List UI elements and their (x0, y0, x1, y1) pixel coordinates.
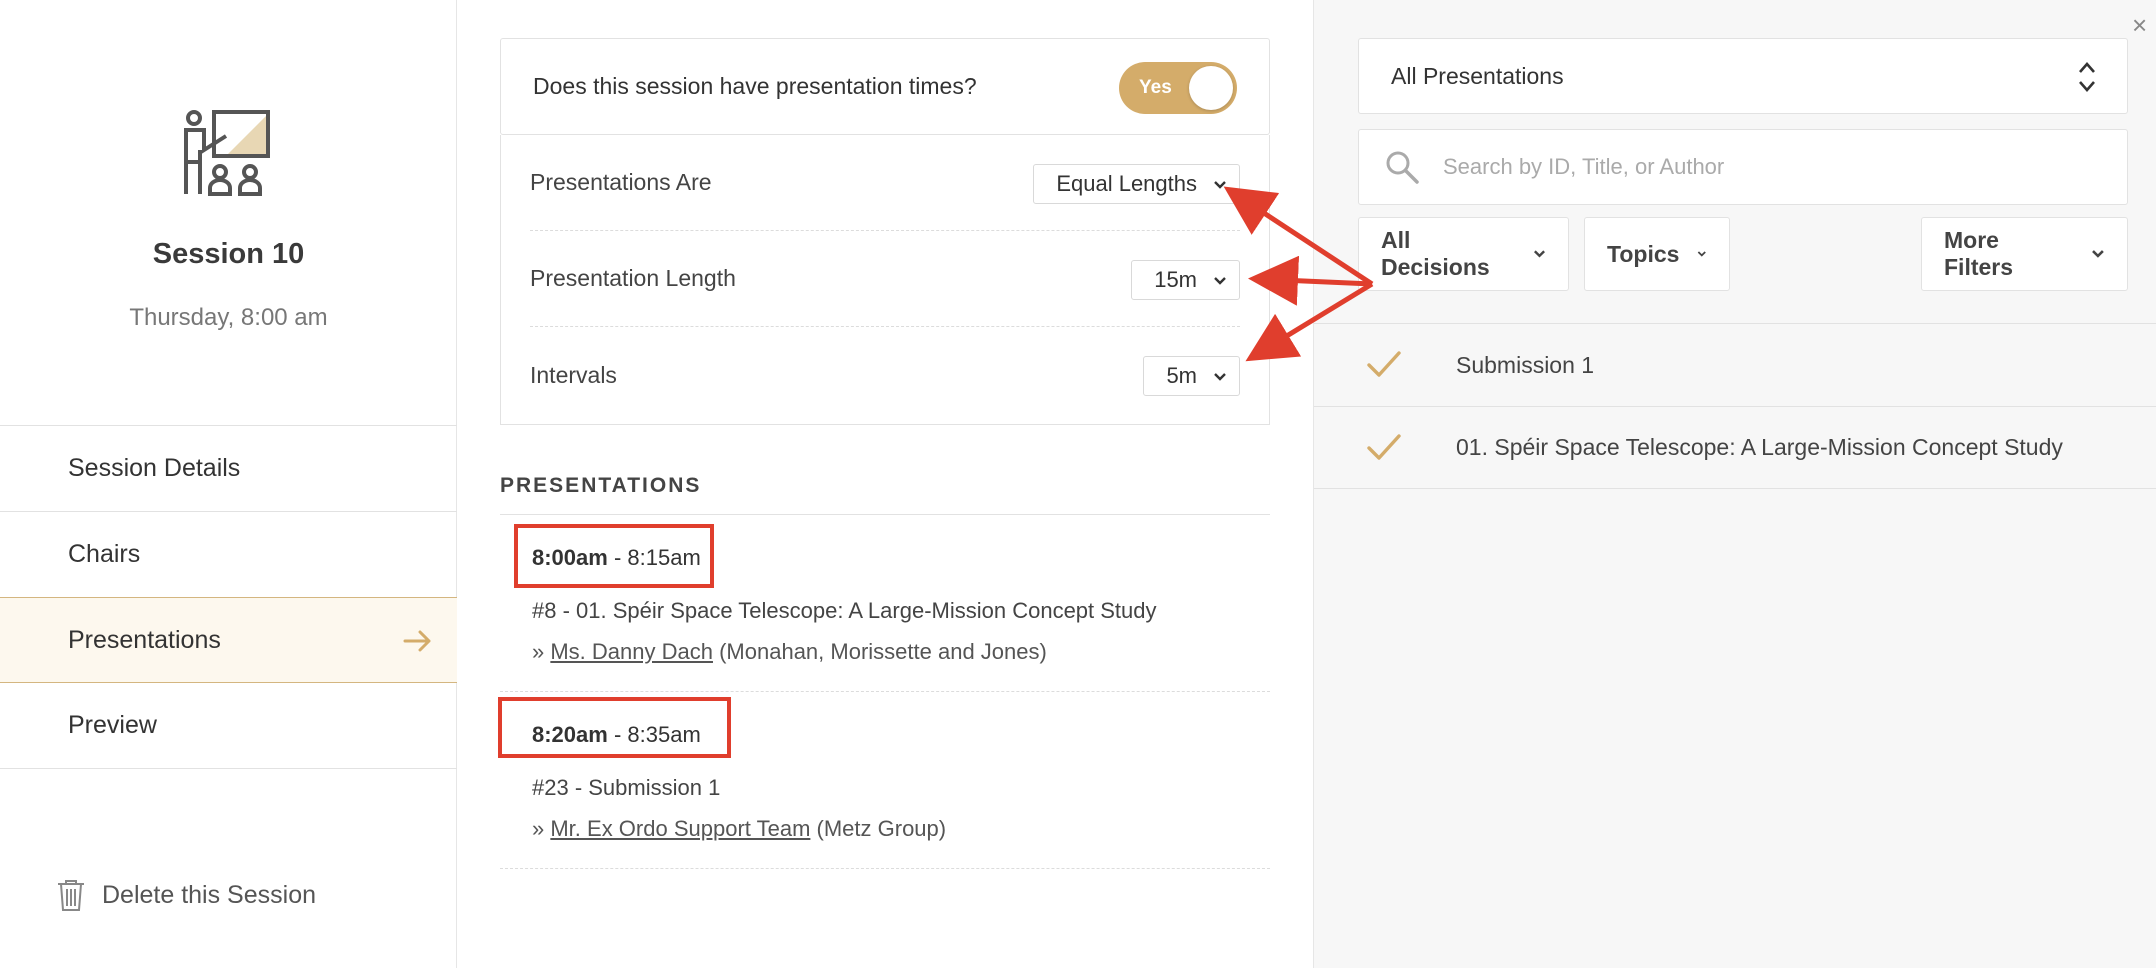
toggle-knob (1189, 66, 1233, 110)
nav-label: Presentations (68, 625, 221, 654)
author-link[interactable]: Ms. Danny Dach (550, 639, 713, 664)
author-org: (Metz Group) (810, 816, 947, 841)
presentation-settings: Presentations Are Equal Lengths Presenta… (500, 135, 1270, 425)
all-decisions-filter[interactable]: All Decisions (1358, 217, 1569, 291)
sort-updown-icon (2079, 62, 2095, 92)
session-title: Session 10 (152, 238, 305, 270)
select-value: All Presentations (1391, 62, 1564, 89)
chevron-down-icon (2092, 250, 2104, 258)
nav-label: Chairs (68, 540, 141, 568)
presentation-times-question: Does this session have presentation time… (500, 38, 1270, 135)
presentation-picker-panel: × All Presentations All Decisions Topics… (1313, 0, 2156, 968)
presentation-author: » Mr. Ex Ordo Support Team (Metz Group) (532, 816, 946, 842)
presenter-icon (184, 110, 270, 196)
presentations-list: 8:00am - 8:15am #8 - 01. Spéir Space Tel… (498, 514, 1270, 869)
setting-intervals: Intervals 5m (530, 327, 1240, 423)
presentation-item: 8:20am - 8:35am #23 - Submission 1 » Mr.… (498, 692, 1270, 869)
presentation-start: 8:00am (532, 545, 608, 570)
chevron-down-icon (1214, 181, 1226, 189)
select-value: 5m (1166, 363, 1197, 388)
presentation-end: - 8:15am (607, 545, 701, 570)
question-label: Does this session have presentation time… (533, 73, 977, 99)
chevron-down-icon (1214, 373, 1226, 381)
trash-icon (58, 880, 84, 911)
result-item[interactable]: Submission 1 (1314, 323, 2156, 406)
presentation-search (1358, 129, 2128, 205)
author-link[interactable]: Mr. Ex Ordo Support Team (550, 816, 810, 841)
presentation-times-toggle[interactable]: Yes (1119, 62, 1237, 114)
session-nav: Session Details Chairs Presentations Pre… (0, 425, 457, 769)
presentation-author: » Ms. Danny Dach (Monahan, Morissette an… (532, 639, 1047, 665)
setting-label: Presentation Length (530, 265, 736, 291)
delete-session-label: Delete this Session (102, 880, 317, 909)
presentation-start: 8:20am (532, 722, 608, 747)
delete-session-button[interactable]: Delete this Session (56, 878, 316, 912)
arrow-right-icon (403, 630, 431, 652)
setting-presentation-length: Presentation Length 15m (530, 231, 1240, 327)
author-prefix: » (532, 816, 551, 841)
topics-filter[interactable]: Topics (1584, 217, 1730, 291)
presentation-time: 8:00am - 8:15am (532, 545, 701, 571)
more-filters-button[interactable]: More Filters (1921, 217, 2128, 291)
presentation-end: - 8:35am (607, 722, 701, 747)
presentations-scope-select[interactable]: All Presentations (1358, 38, 2128, 114)
select-value: Equal Lengths (1056, 171, 1197, 196)
presentations-config-panel: Does this session have presentation time… (458, 0, 1313, 968)
search-input[interactable] (1443, 130, 2103, 204)
intervals-select[interactable]: 5m (1143, 356, 1240, 396)
presentation-item: 8:00am - 8:15am #8 - 01. Spéir Space Tel… (500, 515, 1270, 692)
chevron-down-icon (1214, 277, 1226, 285)
author-org: (Monahan, Morissette and Jones) (712, 639, 1047, 664)
session-sidebar: Session 10 Thursday, 8:00 am Session Det… (0, 0, 457, 968)
setting-label: Intervals (530, 361, 617, 388)
nav-chairs[interactable]: Chairs (0, 511, 457, 597)
close-icon[interactable]: × (2132, 10, 2156, 41)
chevron-down-icon (1698, 251, 1707, 257)
presentation-title: #23 - Submission 1 (532, 775, 721, 800)
filter-label: Topics (1607, 240, 1680, 267)
result-item[interactable]: 01. Spéir Space Telescope: A Large-Missi… (1314, 406, 2156, 489)
chevron-down-icon (1534, 250, 1545, 258)
presentations-are-select[interactable]: Equal Lengths (1033, 164, 1240, 204)
nav-preview[interactable]: Preview (0, 683, 457, 769)
select-value: 15m (1154, 267, 1197, 292)
result-label: 01. Spéir Space Telescope: A Large-Missi… (1456, 434, 2063, 460)
search-icon (1386, 151, 1419, 184)
nav-session-details[interactable]: Session Details (0, 425, 457, 511)
check-icon (1367, 351, 1401, 377)
setting-label: Presentations Are (530, 169, 712, 195)
session-time: Thursday, 8:00 am (129, 304, 328, 331)
presentation-length-select[interactable]: 15m (1131, 260, 1240, 300)
check-icon (1367, 434, 1401, 460)
presentation-results: Submission 1 01. Spéir Space Telescope: … (1314, 323, 2156, 489)
nav-label: Preview (68, 711, 157, 739)
presentation-title: #8 - 01. Spéir Space Telescope: A Large-… (532, 598, 1157, 623)
nav-presentations[interactable]: Presentations (0, 597, 457, 683)
presentation-time: 8:20am - 8:35am (532, 722, 701, 748)
presentations-heading: PRESENTATIONS (500, 474, 702, 497)
filter-label: All Decisions (1381, 227, 1490, 280)
setting-presentations-are: Presentations Are Equal Lengths (530, 135, 1240, 231)
author-prefix: » (532, 639, 551, 664)
filter-label: More Filters (1944, 227, 2014, 280)
result-label: Submission 1 (1456, 351, 1595, 378)
nav-label: Session Details (68, 454, 241, 482)
toggle-label: Yes (1139, 77, 1172, 98)
